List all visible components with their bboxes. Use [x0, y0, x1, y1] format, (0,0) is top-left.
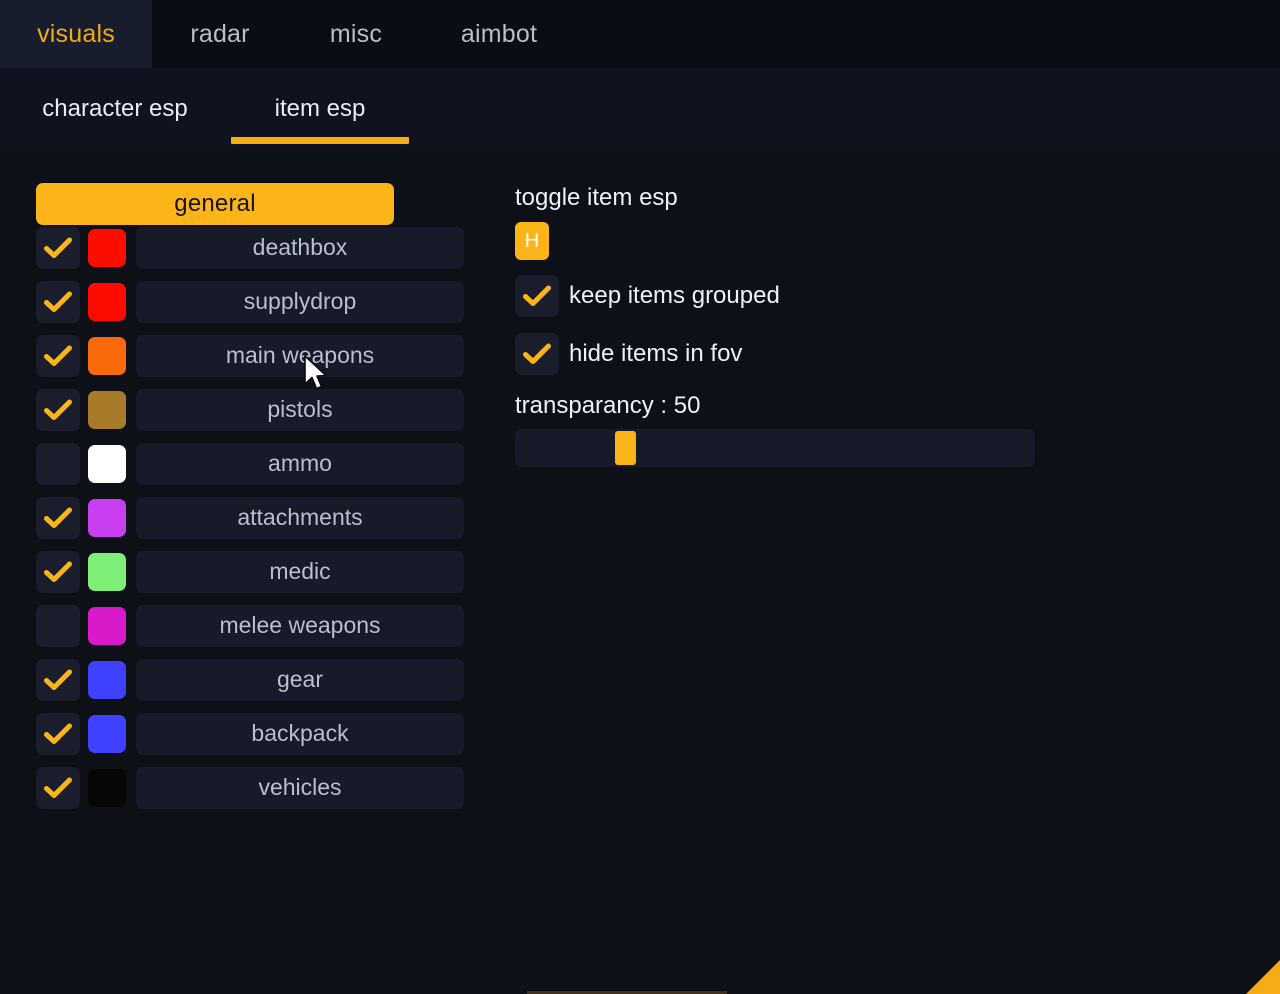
item-category-row: supplydrop — [36, 279, 464, 324]
item-8-checkbox[interactable] — [36, 658, 80, 701]
toggle-item-esp-keybind-button[interactable]: H — [515, 222, 549, 260]
item-1-checkbox[interactable] — [36, 280, 80, 323]
check-icon — [44, 237, 72, 258]
item-category-panel: general deathbox supplydrop main weapons pi… — [36, 183, 464, 810]
transparency-slider[interactable] — [515, 429, 1035, 467]
item-10-color-swatch[interactable] — [88, 768, 126, 807]
keep-items-grouped-label: keep items grouped — [569, 282, 780, 309]
hide-items-in-fov-label: hide items in fov — [569, 340, 743, 367]
tab-radar[interactable]: radar — [152, 0, 288, 68]
item-category-row: ammo — [36, 441, 464, 486]
keybind-value: H — [524, 229, 540, 252]
item-3-label[interactable]: pistols — [136, 388, 464, 431]
check-icon — [523, 343, 551, 364]
item-7-checkbox[interactable] — [36, 604, 80, 647]
transparency-slider-label: transparancy : 50 — [515, 392, 701, 419]
tab-visuals-label: visuals — [37, 19, 115, 48]
item-category-row: main weapons — [36, 333, 464, 378]
item-9-label[interactable]: backpack — [136, 712, 464, 755]
tab-misc-label: misc — [329, 19, 383, 48]
cheat-menu-window: visuals radar misc aimbot character esp … — [0, 0, 1280, 994]
tab-misc[interactable]: misc — [288, 0, 424, 68]
item-3-color-swatch[interactable] — [88, 390, 126, 429]
item-9-checkbox[interactable] — [36, 712, 80, 755]
item-5-checkbox[interactable] — [36, 496, 80, 539]
toggle-item-esp-label: toggle item esp — [515, 184, 678, 211]
transparency-slider-handle[interactable] — [614, 431, 636, 465]
subtab-character-esp-label: character esp — [42, 95, 188, 122]
subtab-item-esp-label: item esp — [274, 95, 366, 122]
item-2-color-swatch[interactable] — [88, 336, 126, 375]
check-icon — [44, 561, 72, 582]
secondary-tab-bar: character esp item esp — [0, 68, 1280, 150]
item-5-color-swatch[interactable] — [88, 498, 126, 537]
option-hide-items-in-fov[interactable]: hide items in fov — [515, 332, 1075, 376]
item-category-row: vehicles — [36, 765, 464, 810]
item-category-row: deathbox — [36, 225, 464, 270]
item-6-label[interactable]: medic — [136, 550, 464, 593]
item-8-label[interactable]: gear — [136, 658, 464, 701]
item-category-row: backpack — [36, 711, 464, 756]
item-category-row: pistols — [36, 387, 464, 432]
item-1-color-swatch[interactable] — [88, 282, 126, 321]
item-2-checkbox[interactable] — [36, 334, 80, 377]
content-area: general deathbox supplydrop main weapons pi… — [0, 150, 1280, 994]
check-icon — [44, 345, 72, 366]
general-group-button[interactable]: general — [36, 183, 394, 225]
item-category-row: attachments — [36, 495, 464, 540]
item-8-color-swatch[interactable] — [88, 660, 126, 699]
item-1-label[interactable]: supplydrop — [136, 280, 464, 323]
tab-visuals[interactable]: visuals — [0, 0, 152, 68]
item-2-label[interactable]: main weapons — [136, 334, 464, 377]
check-icon — [44, 399, 72, 420]
item-esp-settings-panel: toggle item esp H keep items grouped hid… — [515, 183, 1075, 467]
item-3-checkbox[interactable] — [36, 388, 80, 431]
item-4-checkbox[interactable] — [36, 442, 80, 485]
subtab-character-esp[interactable]: character esp — [36, 68, 194, 150]
item-7-color-swatch[interactable] — [88, 606, 126, 645]
option-keep-items-grouped[interactable]: keep items grouped — [515, 274, 1075, 318]
subtab-active-underline — [231, 137, 409, 144]
general-group-label: general — [174, 190, 256, 217]
subtab-item-esp[interactable]: item esp — [231, 68, 409, 150]
check-icon — [44, 777, 72, 798]
item-9-color-swatch[interactable] — [88, 714, 126, 753]
check-icon — [44, 507, 72, 528]
item-5-label[interactable]: attachments — [136, 496, 464, 539]
item-4-label[interactable]: ammo — [136, 442, 464, 485]
item-category-row: gear — [36, 657, 464, 702]
primary-tab-bar: visuals radar misc aimbot — [0, 0, 1280, 68]
check-icon — [44, 291, 72, 312]
item-category-row: medic — [36, 549, 464, 594]
item-7-label[interactable]: melee weapons — [136, 604, 464, 647]
check-icon — [44, 723, 72, 744]
tab-radar-label: radar — [190, 19, 250, 48]
tab-aimbot-label: aimbot — [460, 19, 538, 48]
item-0-checkbox[interactable] — [36, 226, 80, 269]
item-4-color-swatch[interactable] — [88, 444, 126, 483]
item-0-color-swatch[interactable] — [88, 228, 126, 267]
hide-items-in-fov-checkbox[interactable] — [515, 333, 559, 375]
item-6-color-swatch[interactable] — [88, 552, 126, 591]
check-icon — [523, 285, 551, 306]
item-category-list: deathbox supplydrop main weapons pistols amm… — [36, 225, 464, 810]
check-icon — [44, 669, 72, 690]
tab-aimbot[interactable]: aimbot — [424, 0, 574, 68]
item-10-label[interactable]: vehicles — [136, 766, 464, 809]
item-10-checkbox[interactable] — [36, 766, 80, 809]
item-category-row: melee weapons — [36, 603, 464, 648]
item-6-checkbox[interactable] — [36, 550, 80, 593]
keep-items-grouped-checkbox[interactable] — [515, 275, 559, 317]
item-0-label[interactable]: deathbox — [136, 226, 464, 269]
